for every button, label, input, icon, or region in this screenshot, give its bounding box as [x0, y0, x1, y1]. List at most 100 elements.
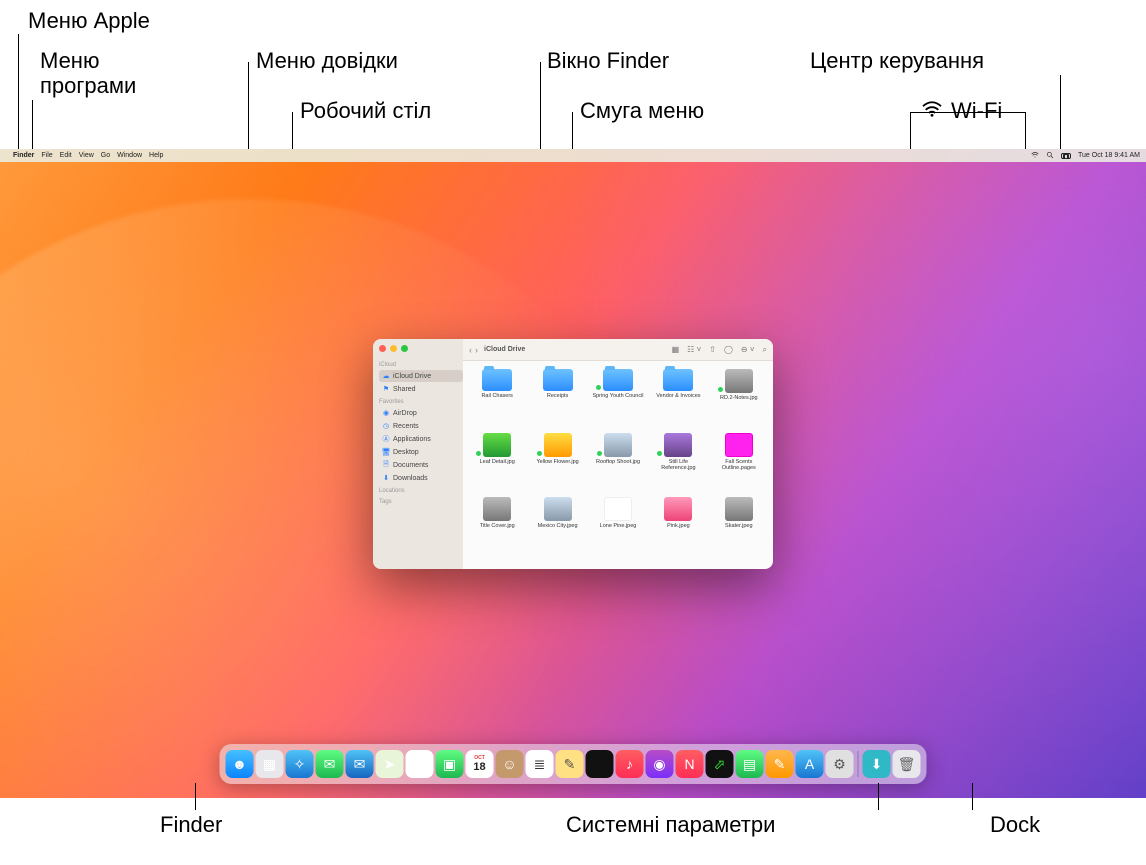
desktop-icon: 🖥: [382, 448, 390, 456]
finder-file-grid: Rail ChasersReceiptsSpring Youth Council…: [463, 361, 773, 569]
dock-trash[interactable]: 🗑: [893, 750, 921, 778]
annotation-help-menu: Меню довідки: [256, 48, 398, 73]
dock-downloads[interactable]: ⬇: [863, 750, 891, 778]
back-button[interactable]: ‹: [469, 345, 472, 355]
file-item[interactable]: Vendor & Invoices: [650, 369, 706, 429]
menubar-datetime[interactable]: Tue Oct 18 9:41 AM: [1078, 152, 1140, 159]
tag-button[interactable]: ◯: [724, 345, 733, 355]
file-item[interactable]: Rail Chasers: [469, 369, 525, 429]
sidebar-item-downloads[interactable]: ⬇Downloads: [379, 472, 463, 484]
annotation-dock: Dock: [990, 812, 1040, 838]
dock-podcasts[interactable]: ◉: [646, 750, 674, 778]
finder-title: iCloud Drive: [484, 346, 525, 353]
annotation-desktop: Робочий стіл: [300, 98, 431, 123]
wifi-status-icon[interactable]: [1031, 151, 1039, 161]
doc-icon: 🗎: [382, 461, 390, 469]
file-item[interactable]: Pink.jpeg: [650, 497, 706, 557]
file-item[interactable]: RD.2-Notes.jpg: [711, 369, 767, 429]
desktop[interactable]: Finder File Edit View Go Window Help Tue…: [0, 149, 1146, 798]
file-item[interactable]: Still Life Reference.jpg: [650, 433, 706, 493]
file-item[interactable]: Leaf Detail.jpg: [469, 433, 525, 493]
dock: ☻ ▦ ✧ ✉ ✉ ➤ ✿ ▣ OCT18 ☺ ≣ ✎ ♪ ◉ N ⬀ ▤ ✎ …: [220, 744, 927, 784]
menu-view[interactable]: View: [79, 152, 94, 159]
file-item[interactable]: Lone Pine.jpeg: [590, 497, 646, 557]
sidebar-item-recents[interactable]: ◷Recents: [379, 420, 463, 432]
annotation-apple-menu: Меню Apple: [28, 8, 150, 33]
dock-tv[interactable]: [586, 750, 614, 778]
menu-file[interactable]: File: [41, 152, 52, 159]
cloud-icon: ☁: [382, 372, 390, 380]
file-item[interactable]: Mexico City.jpeg: [529, 497, 585, 557]
sidebar-item-desktop[interactable]: 🖥Desktop: [379, 446, 463, 458]
annotation-finder-window: Вікно Finder: [547, 48, 669, 73]
dock-photos[interactable]: ✿: [406, 750, 434, 778]
annotation-finder-dock: Finder: [160, 812, 222, 838]
dock-separator: [858, 751, 859, 777]
sidebar-section-locations: Locations: [379, 488, 463, 494]
forward-button[interactable]: ›: [475, 345, 478, 355]
apps-icon: Ⓐ: [382, 435, 390, 443]
view-icons-button[interactable]: ▦: [672, 345, 680, 355]
dock-launchpad[interactable]: ▦: [256, 750, 284, 778]
sidebar-item-applications[interactable]: ⒶApplications: [379, 433, 463, 445]
annotation-menu-bar: Смуга меню: [580, 98, 704, 123]
dock-system-settings[interactable]: ⚙: [826, 750, 854, 778]
airdrop-icon: ◉: [382, 409, 390, 417]
dock-numbers[interactable]: ▤: [736, 750, 764, 778]
sidebar-section-icloud: iCloud: [379, 362, 463, 368]
menu-window[interactable]: Window: [117, 152, 142, 159]
dock-maps[interactable]: ➤: [376, 750, 404, 778]
dock-finder[interactable]: ☻: [226, 750, 254, 778]
dock-facetime[interactable]: ▣: [436, 750, 464, 778]
file-item[interactable]: Spring Youth Council: [590, 369, 646, 429]
file-item[interactable]: Yellow Flower.jpg: [529, 433, 585, 493]
menu-go[interactable]: Go: [101, 152, 110, 159]
dock-stocks[interactable]: ⬀: [706, 750, 734, 778]
dock-messages[interactable]: ✉: [316, 750, 344, 778]
dock-safari[interactable]: ✧: [286, 750, 314, 778]
action-button[interactable]: ⊖ ˅: [741, 345, 755, 355]
shared-icon: ⚑: [382, 385, 390, 393]
file-item[interactable]: Rooftop Shoot.jpg: [590, 433, 646, 493]
file-item[interactable]: Receipts: [529, 369, 585, 429]
sidebar-item-shared[interactable]: ⚑Shared: [379, 383, 463, 395]
zoom-button[interactable]: [401, 345, 408, 352]
spotlight-icon[interactable]: [1046, 151, 1054, 161]
dock-mail[interactable]: ✉: [346, 750, 374, 778]
dock-news[interactable]: N: [676, 750, 704, 778]
close-button[interactable]: [379, 345, 386, 352]
control-center-icon[interactable]: [1061, 153, 1071, 159]
group-button[interactable]: ☷ ˅: [687, 345, 701, 355]
annotation-system-settings: Системні параметри: [566, 812, 775, 838]
menu-help[interactable]: Help: [149, 152, 163, 159]
file-item[interactable]: Fall Scents Outline.pages: [711, 433, 767, 493]
annotation-control-center: Центр керування: [810, 48, 984, 73]
download-icon: ⬇: [382, 474, 390, 482]
menu-edit[interactable]: Edit: [60, 152, 72, 159]
sidebar-item-documents[interactable]: 🗎Documents: [379, 459, 463, 471]
menu-bar: Finder File Edit View Go Window Help Tue…: [0, 149, 1146, 162]
finder-window[interactable]: iCloud ☁iCloud Drive ⚑Shared Favorites ◉…: [373, 339, 773, 569]
finder-sidebar: iCloud ☁iCloud Drive ⚑Shared Favorites ◉…: [373, 339, 463, 569]
dock-music[interactable]: ♪: [616, 750, 644, 778]
sidebar-item-airdrop[interactable]: ◉AirDrop: [379, 407, 463, 419]
dock-reminders[interactable]: ≣: [526, 750, 554, 778]
sidebar-section-tags: Tags: [379, 499, 463, 505]
minimize-button[interactable]: [390, 345, 397, 352]
share-button[interactable]: ⇧: [709, 345, 716, 355]
finder-toolbar: ‹› iCloud Drive ▦ ☷ ˅ ⇧ ◯ ⊖ ˅ ⌕: [463, 339, 773, 361]
clock-icon: ◷: [382, 422, 390, 430]
file-item[interactable]: Skater.jpeg: [711, 497, 767, 557]
file-item[interactable]: Title Cover.jpg: [469, 497, 525, 557]
dock-notes[interactable]: ✎: [556, 750, 584, 778]
dock-appstore[interactable]: A: [796, 750, 824, 778]
search-button[interactable]: ⌕: [763, 345, 767, 355]
dock-contacts[interactable]: ☺: [496, 750, 524, 778]
sidebar-item-icloud-drive[interactable]: ☁iCloud Drive: [379, 370, 463, 382]
sidebar-section-favorites: Favorites: [379, 399, 463, 405]
annotation-app-menu: Меню програми: [40, 48, 136, 99]
dock-pages[interactable]: ✎: [766, 750, 794, 778]
annotation-wifi: Wi-Fi: [951, 98, 1002, 123]
dock-calendar[interactable]: OCT18: [466, 750, 494, 778]
app-menu[interactable]: Finder: [13, 152, 34, 159]
